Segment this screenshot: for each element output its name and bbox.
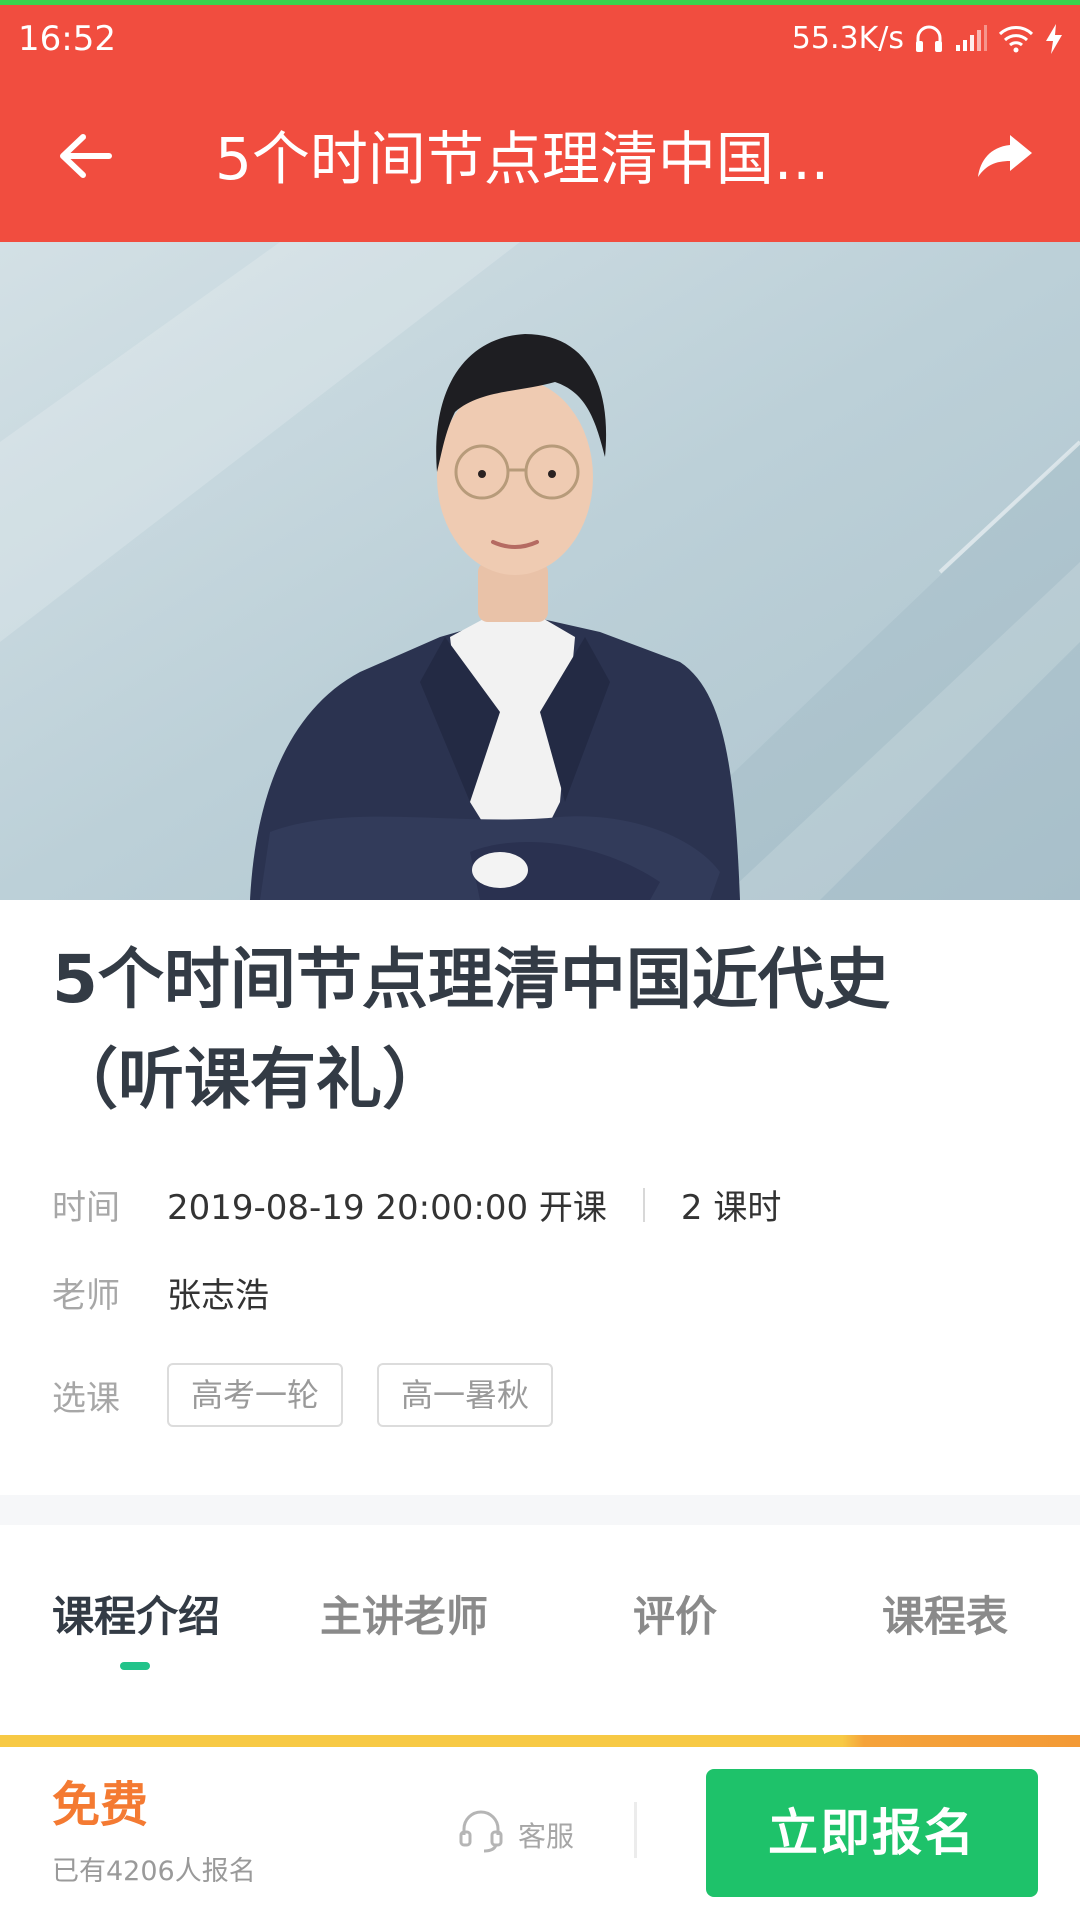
share-button[interactable] (960, 120, 1050, 196)
time-row: 时间 2019-08-19 20:00:00 开课 2 课时 (52, 1180, 781, 1229)
lesson-count: 2 课时 (680, 1188, 782, 1228)
footer-separator (634, 1802, 637, 1858)
status-icons: 55.3K/s (792, 19, 1064, 59)
enroll-now-button[interactable]: 立即报名 (706, 1769, 1038, 1897)
course-title-line1: 5个时间节点理清中国近代史 (52, 941, 890, 1018)
status-time: 16:52 (18, 19, 116, 59)
wifi-icon (998, 25, 1034, 53)
status-bar: 16:52 55.3K/s (0, 0, 1080, 80)
back-button[interactable] (40, 120, 130, 196)
tab-lecturer[interactable]: 主讲老师 (320, 1592, 488, 1642)
select-label: 选课 (52, 1378, 120, 1419)
arrow-left-icon (57, 131, 113, 185)
customer-service-button[interactable]: 客服 (458, 1809, 574, 1860)
tab-schedule[interactable]: 课程表 (882, 1592, 1008, 1642)
teacher-label: 老师 (52, 1276, 120, 1316)
teacher-row: 老师 张志浩 (52, 1268, 269, 1317)
enrolled-count: 已有4206人报名 (52, 1856, 256, 1887)
section-divider (0, 1495, 1080, 1525)
net-speed: 55.3K/s (791, 21, 904, 56)
signal-icon (954, 25, 988, 53)
app-bar: 5个时间节点理清中国... (0, 80, 1080, 242)
course-option-tag[interactable]: 高一暑秋 (377, 1363, 554, 1427)
teacher-name[interactable]: 张志浩 (167, 1268, 269, 1317)
tab-reviews[interactable]: 评价 (633, 1592, 717, 1642)
info-separator (642, 1187, 645, 1222)
bottom-accent-strip (0, 1735, 1080, 1747)
page-title: 5个时间节点理清中国... (215, 125, 830, 193)
course-option-tag[interactable]: 高考一轮 (167, 1363, 344, 1427)
price-label: 免费 (52, 1777, 149, 1833)
tab-bar: 课程介绍 主讲老师 评价 课程表 (0, 1525, 1080, 1735)
time-label: 时间 (52, 1188, 120, 1228)
course-title-line2: （听课有礼） (52, 1041, 448, 1118)
course-title: 5个时间节点理清中国近代史 （听课有礼） (52, 930, 1032, 1130)
select-course-row: 选课 高考一轮 高一暑秋 (52, 1363, 587, 1427)
time-value: 2019-08-19 20:00:00 开课 (167, 1188, 607, 1228)
active-tab-indicator (120, 1662, 150, 1670)
course-cover-image (0, 242, 1080, 900)
charging-icon (1044, 23, 1064, 55)
tab-course-intro[interactable]: 课程介绍 (52, 1592, 220, 1642)
headset-icon (458, 1809, 504, 1860)
service-label: 客服 (518, 1819, 575, 1853)
headphone-icon (914, 23, 944, 55)
bottom-action-bar: 免费 已有4206人报名 客服 立即报名 (0, 1747, 1080, 1920)
share-arrow-icon (976, 131, 1034, 185)
